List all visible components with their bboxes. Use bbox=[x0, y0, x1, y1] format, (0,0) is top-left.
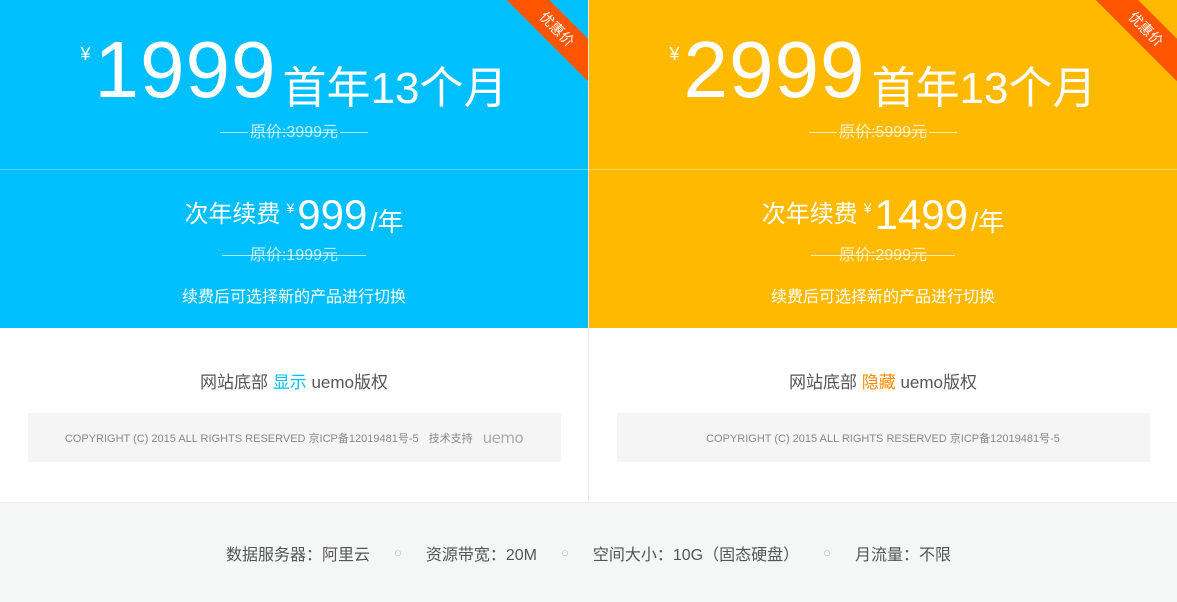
renewal-original-price: 原价:2999元 bbox=[589, 241, 1177, 265]
renewal-unit: /年 bbox=[971, 207, 1005, 237]
renewal-price: 999 bbox=[297, 191, 368, 238]
copyright-text: COPYRIGHT (C) 2015 ALL RIGHTS RESERVED 京… bbox=[64, 432, 419, 445]
footer-option: 网站底部 隐藏 uemo版权 COPYRIGHT (C) 2015 ALL RI… bbox=[589, 328, 1177, 502]
spec-bandwidth: 资源带宽：20M bbox=[425, 546, 538, 564]
divider bbox=[810, 255, 839, 257]
divider bbox=[340, 132, 369, 134]
tech-support-text: 技术支持 bbox=[428, 432, 473, 445]
renewal-label: 次年续费 bbox=[761, 201, 858, 228]
renewal-label: 次年续费 bbox=[184, 201, 281, 228]
renewal-note: 续费后可选择新的产品进行切换 bbox=[181, 289, 406, 306]
plan-card-1999[interactable]: 优惠价 ¥ 1999 首年13个月 原价:3999元 次年续费 ¥ 999 /年… bbox=[0, 0, 588, 502]
price-period: 首年13个月 bbox=[282, 64, 508, 113]
renewal-original-price: 原价:1999元 bbox=[0, 241, 588, 265]
footer-option-label: 网站底部 显示 uemo版权 bbox=[200, 373, 388, 392]
renewal-currency: ¥ bbox=[863, 200, 872, 216]
divider bbox=[927, 255, 956, 257]
spec-traffic: 月流量：不限 bbox=[854, 546, 951, 564]
plan-card-2999[interactable]: 优惠价 ¥ 2999 首年13个月 原价:5999元 次年续费 ¥ 1499 /… bbox=[588, 0, 1177, 502]
footer-option: 网站底部 显示 uemo版权 COPYRIGHT (C) 2015 ALL RI… bbox=[0, 328, 588, 502]
renewal-price: 1499 bbox=[874, 191, 968, 238]
renewal-section: 次年续费 ¥ 999 /年 原价:1999元 续费后可选择新的产品进行切换 bbox=[0, 169, 588, 328]
separator-icon: ○ bbox=[394, 545, 402, 560]
original-price: 原价:3999元 bbox=[0, 118, 588, 142]
separator-icon: ○ bbox=[561, 545, 569, 560]
price-line: ¥ 1999 首年13个月 bbox=[0, 28, 588, 116]
copyright-text: COPYRIGHT (C) 2015 ALL RIGHTS RESERVED 京… bbox=[706, 432, 1060, 445]
plan-header: 优惠价 ¥ 1999 首年13个月 原价:3999元 bbox=[0, 0, 588, 169]
price-value: 2999 bbox=[683, 25, 866, 114]
renewal-price-line: 次年续费 ¥ 999 /年 bbox=[0, 170, 588, 239]
divider bbox=[221, 255, 250, 257]
renewal-unit: /年 bbox=[370, 207, 404, 237]
divider bbox=[219, 132, 248, 134]
price-line: ¥ 2999 首年13个月 bbox=[589, 28, 1177, 116]
plan-header: 优惠价 ¥ 2999 首年13个月 原价:5999元 bbox=[589, 0, 1177, 169]
price-period: 首年13个月 bbox=[871, 64, 1097, 113]
server-specs: 数据服务器：阿里云 ○ 资源带宽：20M ○ 空间大小：10G（固态硬盘） ○ … bbox=[0, 502, 1177, 602]
footer-option-label: 网站底部 隐藏 uemo版权 bbox=[789, 373, 977, 392]
currency-symbol: ¥ bbox=[80, 44, 91, 64]
currency-symbol: ¥ bbox=[669, 44, 680, 64]
copyright-preview: COPYRIGHT (C) 2015 ALL RIGHTS RESERVED 京… bbox=[616, 413, 1150, 462]
divider bbox=[929, 132, 958, 134]
price-value: 1999 bbox=[94, 25, 277, 114]
separator-icon: ○ bbox=[823, 545, 831, 560]
spec-server: 数据服务器：阿里云 bbox=[226, 546, 371, 564]
copyright-preview: COPYRIGHT (C) 2015 ALL RIGHTS RESERVED 京… bbox=[27, 413, 561, 462]
divider bbox=[808, 132, 837, 134]
pricing-plans: 优惠价 ¥ 1999 首年13个月 原价:3999元 次年续费 ¥ 999 /年… bbox=[0, 0, 1177, 502]
renewal-currency: ¥ bbox=[286, 200, 295, 216]
spec-storage: 空间大小：10G（固态硬盘） bbox=[592, 546, 800, 564]
original-price: 原价:5999元 bbox=[589, 118, 1177, 142]
footer-state-hide: 隐藏 bbox=[861, 373, 896, 392]
uemo-logo-icon: uemo bbox=[482, 428, 524, 447]
renewal-note: 续费后可选择新的产品进行切换 bbox=[770, 289, 995, 306]
renewal-section: 次年续费 ¥ 1499 /年 原价:2999元 续费后可选择新的产品进行切换 bbox=[589, 169, 1177, 328]
divider bbox=[338, 255, 367, 257]
footer-state-show: 显示 bbox=[272, 373, 307, 392]
renewal-price-line: 次年续费 ¥ 1499 /年 bbox=[589, 170, 1177, 239]
